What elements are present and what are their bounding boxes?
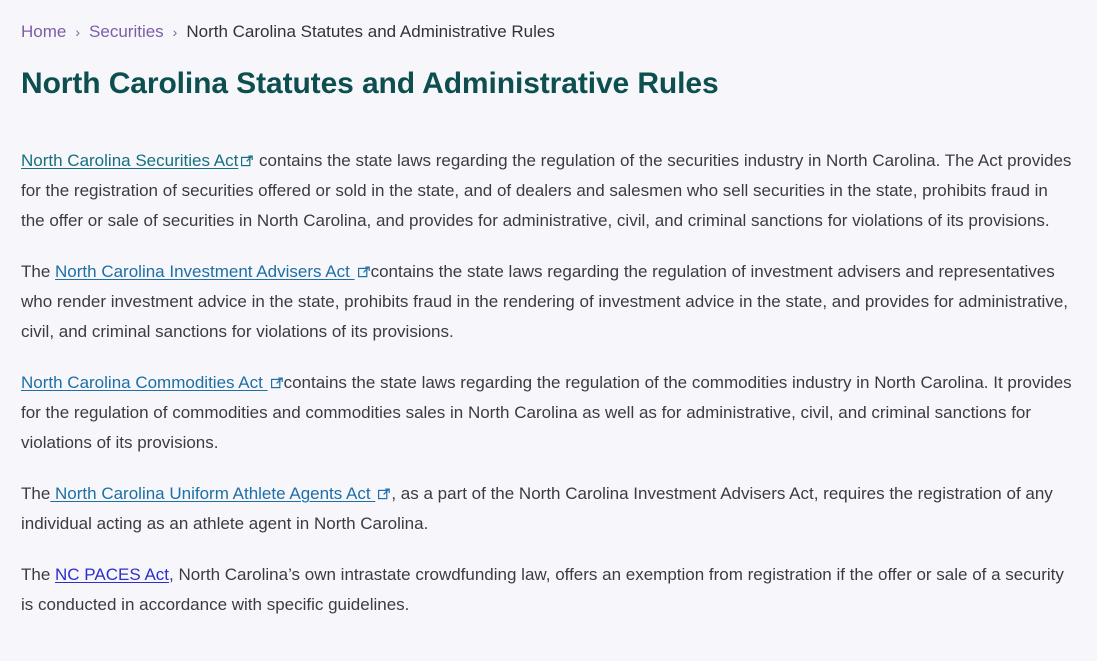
chevron-right-icon: ›: [172, 23, 178, 40]
link-north-carolina-securities-act[interactable]: North Carolina Securities Act: [21, 151, 254, 170]
main-content: North Carolina Securities Act contains t…: [21, 102, 1076, 620]
link-north-carolina-commodities-act[interactable]: North Carolina Commodities Act: [21, 373, 284, 392]
breadcrumb-item-home[interactable]: Home: [21, 23, 66, 40]
external-link-icon: [378, 488, 391, 500]
chevron-right-icon: ›: [75, 23, 81, 40]
paragraph-commodities-act: North Carolina Commodities Act contains …: [21, 368, 1076, 458]
paragraph-securities-act: North Carolina Securities Act contains t…: [21, 146, 1076, 236]
link-label: North Carolina Commodities Act: [21, 372, 268, 392]
link-nc-paces-act[interactable]: NC PACES Act: [55, 565, 169, 584]
paragraph-body-text: , North Carolina’s own intrastate crowdf…: [21, 564, 1064, 614]
external-link-icon: [241, 155, 254, 167]
paragraph-investment-advisers-act: The North Carolina Investment Advisers A…: [21, 257, 1076, 347]
paragraph-uniform-athlete-agents-act: The North Carolina Uniform Athlete Agent…: [21, 479, 1076, 539]
link-label: North Carolina Securities Act: [21, 150, 239, 170]
paragraph-lead-text: The: [21, 564, 56, 584]
breadcrumb-item-securities[interactable]: Securities: [89, 23, 164, 40]
link-label: North Carolina Investment Advisers Act: [55, 261, 355, 281]
external-link-icon: [270, 377, 283, 389]
link-label: North Carolina Uniform Athlete Agents Ac…: [50, 483, 376, 503]
external-link-icon: [357, 266, 370, 278]
paragraph-lead-text: The: [21, 483, 51, 503]
paragraph-lead-text: The: [21, 261, 56, 281]
link-label: NC PACES Act: [55, 564, 170, 584]
link-north-carolina-investment-advisers-act[interactable]: North Carolina Investment Advisers Act: [55, 262, 371, 281]
paragraph-nc-paces-act: The NC PACES Act, North Carolina’s own i…: [21, 560, 1076, 620]
page-root: Home › Securities › North Carolina Statu…: [0, 0, 1097, 661]
link-north-carolina-uniform-athlete-agents-act[interactable]: North Carolina Uniform Athlete Agents Ac…: [50, 484, 391, 503]
breadcrumb: Home › Securities › North Carolina Statu…: [21, 0, 1076, 40]
breadcrumb-item-current: North Carolina Statutes and Administrati…: [186, 22, 555, 41]
page-title: North Carolina Statutes and Administrati…: [21, 67, 719, 100]
